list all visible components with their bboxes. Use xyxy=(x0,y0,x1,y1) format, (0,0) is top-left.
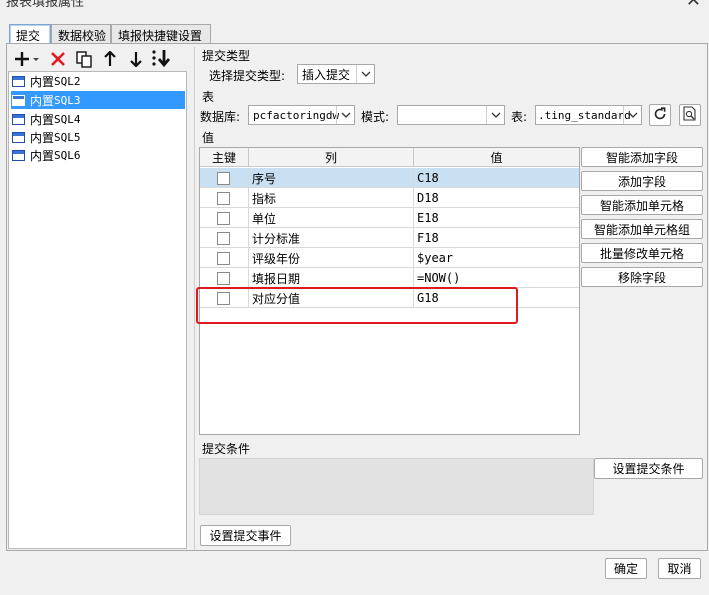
add-field-button[interactable]: 添加字段 xyxy=(581,171,703,191)
header-value[interactable]: 值 xyxy=(414,148,579,167)
condition-section-label: 提交条件 xyxy=(202,442,251,456)
table-icon xyxy=(12,75,25,87)
schema-select[interactable] xyxy=(397,105,505,125)
table-select[interactable]: .ting_standard xyxy=(535,105,642,125)
table-row[interactable]: 单位 E18 xyxy=(200,208,579,228)
refresh-button[interactable] xyxy=(649,104,671,126)
submit-type-select[interactable]: 插入提交 xyxy=(297,64,375,84)
copy-icon[interactable] xyxy=(72,47,96,71)
add-dropdown-icon[interactable] xyxy=(12,47,42,71)
header-primary-key[interactable]: 主键 xyxy=(200,148,249,167)
chevron-down-icon xyxy=(356,65,374,83)
table-label: 表: xyxy=(511,110,528,124)
cancel-button[interactable]: 取消 xyxy=(658,558,701,579)
list-item[interactable]: 内置 SQL3 xyxy=(11,91,185,109)
remove-field-button[interactable]: 移除字段 xyxy=(581,267,703,287)
close-icon[interactable]: ✕ xyxy=(686,0,701,11)
table-section-label: 表 xyxy=(202,90,215,104)
tab-submit[interactable]: 提交 xyxy=(9,24,51,44)
batch-modify-cells-button[interactable]: 批量修改单元格 xyxy=(581,243,703,263)
list-item[interactable]: 内置 SQL2 xyxy=(11,72,185,90)
table-header: 主键 列 值 xyxy=(200,148,579,167)
submit-type-label: 选择提交类型: xyxy=(209,69,286,83)
sql-toolbar xyxy=(10,47,190,71)
values-section-label: 值 xyxy=(202,131,215,145)
list-item[interactable]: 内置 SQL6 xyxy=(11,146,185,164)
table-icon xyxy=(12,94,25,106)
move-down-icon[interactable] xyxy=(124,47,148,71)
set-event-button[interactable]: 设置提交事件 xyxy=(200,525,291,546)
primary-key-checkbox[interactable] xyxy=(217,171,230,185)
window-title: 报表填报属性 xyxy=(6,0,85,10)
chevron-down-icon xyxy=(623,106,641,124)
schema-label: 模式: xyxy=(361,110,390,124)
table-row[interactable]: 评级年份 $year xyxy=(200,248,579,268)
table-row[interactable]: 填报日期 =NOW() xyxy=(200,268,579,288)
table-icon xyxy=(12,149,25,161)
primary-key-checkbox[interactable] xyxy=(217,251,230,265)
tab-data-validation[interactable]: 数据校验 xyxy=(51,24,111,44)
primary-key-checkbox[interactable] xyxy=(217,191,230,205)
primary-key-checkbox[interactable] xyxy=(217,271,230,285)
chevron-down-icon xyxy=(336,106,354,124)
table-row[interactable]: 序号 C18 xyxy=(200,168,579,188)
primary-key-checkbox[interactable] xyxy=(217,231,230,245)
table-row[interactable]: 指标 D18 xyxy=(200,188,579,208)
table-row[interactable]: 计分标准 F18 xyxy=(200,228,579,248)
preview-icon xyxy=(683,106,697,124)
preview-button[interactable] xyxy=(679,104,701,126)
highlight-annotation-box xyxy=(196,287,518,324)
sort-icon[interactable] xyxy=(150,47,174,71)
move-up-icon[interactable] xyxy=(98,47,122,71)
list-item[interactable]: 内置 SQL5 xyxy=(11,128,185,146)
chevron-down-icon xyxy=(486,106,504,124)
refresh-icon xyxy=(653,106,667,124)
submit-type-section-label: 提交类型 xyxy=(202,49,251,63)
smart-add-cell-group-button[interactable]: 智能添加单元格组 xyxy=(581,219,703,239)
set-condition-button[interactable]: 设置提交条件 xyxy=(594,458,703,479)
sql-list-panel: 内置 SQL2 内置 SQL3 内置 SQL4 内置 SQL5 内置 SQL6 xyxy=(8,71,187,549)
smart-add-field-button[interactable]: 智能添加字段 xyxy=(581,147,703,167)
primary-key-checkbox[interactable] xyxy=(217,211,230,225)
list-item[interactable]: 内置 SQL4 xyxy=(11,110,185,128)
panel-divider[interactable] xyxy=(194,47,195,550)
database-select[interactable]: pcfactoringdw xyxy=(248,105,355,125)
table-icon xyxy=(12,113,25,125)
condition-display-area xyxy=(199,458,594,515)
tab-shortcut-settings[interactable]: 填报快捷键设置 xyxy=(111,24,211,44)
table-icon xyxy=(12,131,25,143)
database-label: 数据库: xyxy=(200,110,241,124)
smart-add-cell-button[interactable]: 智能添加单元格 xyxy=(581,195,703,215)
header-column[interactable]: 列 xyxy=(249,148,414,167)
delete-icon[interactable] xyxy=(46,47,70,71)
ok-button[interactable]: 确定 xyxy=(605,558,647,579)
